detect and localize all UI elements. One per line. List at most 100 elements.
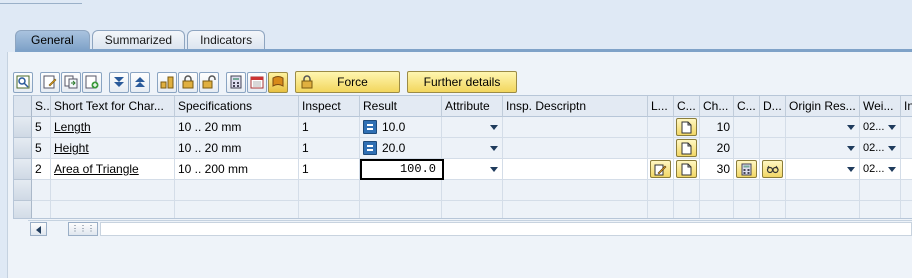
- origin-result-select[interactable]: [786, 117, 860, 138]
- chevron-down-icon[interactable]: [847, 125, 855, 130]
- col-header-result[interactable]: Result: [360, 96, 442, 117]
- chars-cell: 20: [700, 138, 734, 159]
- tab-indicators[interactable]: Indicators: [187, 30, 266, 50]
- insp-description-cell[interactable]: [503, 159, 648, 180]
- short-text-cell: Area of Triangle: [51, 159, 175, 180]
- chevron-down-icon[interactable]: [490, 125, 498, 130]
- print-icon: [272, 76, 284, 87]
- chevron-down-icon[interactable]: [490, 167, 498, 172]
- calculator-button[interactable]: [226, 71, 246, 93]
- weight-value: 02...: [863, 142, 885, 154]
- document-button[interactable]: [676, 160, 697, 178]
- characteristic-link[interactable]: Length: [54, 120, 91, 134]
- scroll-left-button[interactable]: [30, 222, 47, 236]
- defects-button[interactable]: [762, 160, 783, 178]
- insp-description-cell[interactable]: [503, 138, 648, 159]
- collapse-button[interactable]: [130, 71, 150, 93]
- col-header-l[interactable]: L...: [648, 96, 674, 117]
- unlock-button[interactable]: [199, 71, 219, 93]
- col-header-inspect[interactable]: Inspect: [299, 96, 360, 117]
- print-button[interactable]: [268, 71, 288, 93]
- col-header-c1[interactable]: C...: [674, 96, 700, 117]
- collapse-icon: [135, 77, 145, 87]
- glasses-icon: [766, 165, 779, 173]
- c2-cell: [734, 138, 760, 159]
- weight-value: 02...: [863, 163, 885, 175]
- chevron-down-icon[interactable]: [490, 146, 498, 151]
- d-cell: [760, 138, 786, 159]
- col-header-attribute[interactable]: Attribute: [442, 96, 503, 117]
- insert-row-button[interactable]: [82, 71, 102, 93]
- document-icon: [681, 163, 692, 175]
- weight-select[interactable]: 02...: [860, 117, 901, 138]
- col-header-insp-description[interactable]: Insp. Descriptn: [503, 96, 648, 117]
- document-button[interactable]: [676, 118, 697, 136]
- force-button[interactable]: Force: [295, 71, 400, 93]
- result-input[interactable]: 100.0: [360, 159, 444, 180]
- col-header-short-text[interactable]: Short Text for Char...: [51, 96, 175, 117]
- inspect-cell: 1: [299, 117, 360, 138]
- table-toolbar: Force Further details: [13, 71, 517, 93]
- col-header-origin-result[interactable]: Origin Res...: [786, 96, 860, 117]
- calculator-button[interactable]: [736, 160, 757, 178]
- edit-button[interactable]: [40, 71, 60, 93]
- tab-general[interactable]: General: [15, 30, 90, 50]
- weight-select[interactable]: 02...: [860, 159, 901, 180]
- col-header-in[interactable]: In: [901, 96, 912, 117]
- further-details-button[interactable]: Further details: [407, 71, 517, 93]
- c1-cell: [674, 138, 700, 159]
- expand-button[interactable]: [109, 71, 129, 93]
- characteristic-link[interactable]: Height: [54, 141, 89, 155]
- origin-result-select[interactable]: [786, 159, 860, 180]
- result-cell[interactable]: 10.0: [360, 117, 442, 138]
- result-icon: [363, 120, 377, 134]
- select-all-cell[interactable]: [14, 96, 32, 117]
- col-header-specifications[interactable]: Specifications: [175, 96, 299, 117]
- calendar-icon: [250, 76, 264, 89]
- chevron-down-icon[interactable]: [888, 146, 896, 151]
- short-text-cell: Length: [51, 117, 175, 138]
- in-cell: [901, 117, 912, 138]
- row-selector[interactable]: [14, 180, 32, 201]
- chevron-down-icon[interactable]: [888, 167, 896, 172]
- col-header-status[interactable]: S...: [32, 96, 51, 117]
- chevron-down-icon[interactable]: [847, 167, 855, 172]
- c2-cell: [734, 117, 760, 138]
- copy-button[interactable]: [61, 71, 81, 93]
- table-row: 5 Height 10 .. 20 mm 1 20.0 20 02...: [14, 138, 912, 159]
- sort-icon: [160, 76, 174, 89]
- horizontal-scrollbar[interactable]: ⋮⋮⋮: [28, 220, 912, 237]
- calendar-button[interactable]: [247, 71, 267, 93]
- scroll-thumb[interactable]: ⋮⋮⋮: [68, 222, 98, 236]
- sort-button[interactable]: [157, 71, 177, 93]
- col-header-weight[interactable]: Wei...: [860, 96, 901, 117]
- empty-row: [14, 180, 912, 201]
- insert-icon: [85, 75, 99, 89]
- detail-button[interactable]: [13, 71, 33, 93]
- attribute-select[interactable]: [444, 159, 503, 180]
- col-header-chars[interactable]: Ch...: [700, 96, 734, 117]
- attribute-select[interactable]: [442, 117, 503, 138]
- long-text-button[interactable]: [650, 160, 671, 178]
- attribute-select[interactable]: [442, 138, 503, 159]
- chevron-down-icon[interactable]: [888, 125, 896, 130]
- tab-summarized[interactable]: Summarized: [91, 30, 186, 50]
- result-value: 10.0: [382, 120, 406, 134]
- result-cell[interactable]: 20.0: [360, 138, 442, 159]
- weight-select[interactable]: 02...: [860, 138, 901, 159]
- lock-button[interactable]: [178, 71, 198, 93]
- insp-description-cell[interactable]: [503, 117, 648, 138]
- origin-result-select[interactable]: [786, 138, 860, 159]
- scroll-track[interactable]: [100, 222, 912, 236]
- inspect-cell: 1: [299, 138, 360, 159]
- row-selector[interactable]: [14, 159, 32, 180]
- d-cell: [760, 159, 786, 180]
- chevron-down-icon[interactable]: [847, 146, 855, 151]
- document-button[interactable]: [676, 139, 697, 157]
- characteristic-link[interactable]: Area of Triangle: [54, 162, 139, 176]
- col-header-d[interactable]: D...: [760, 96, 786, 117]
- row-selector[interactable]: [14, 138, 32, 159]
- row-selector[interactable]: [14, 201, 32, 218]
- row-selector[interactable]: [14, 117, 32, 138]
- col-header-c2[interactable]: C...: [734, 96, 760, 117]
